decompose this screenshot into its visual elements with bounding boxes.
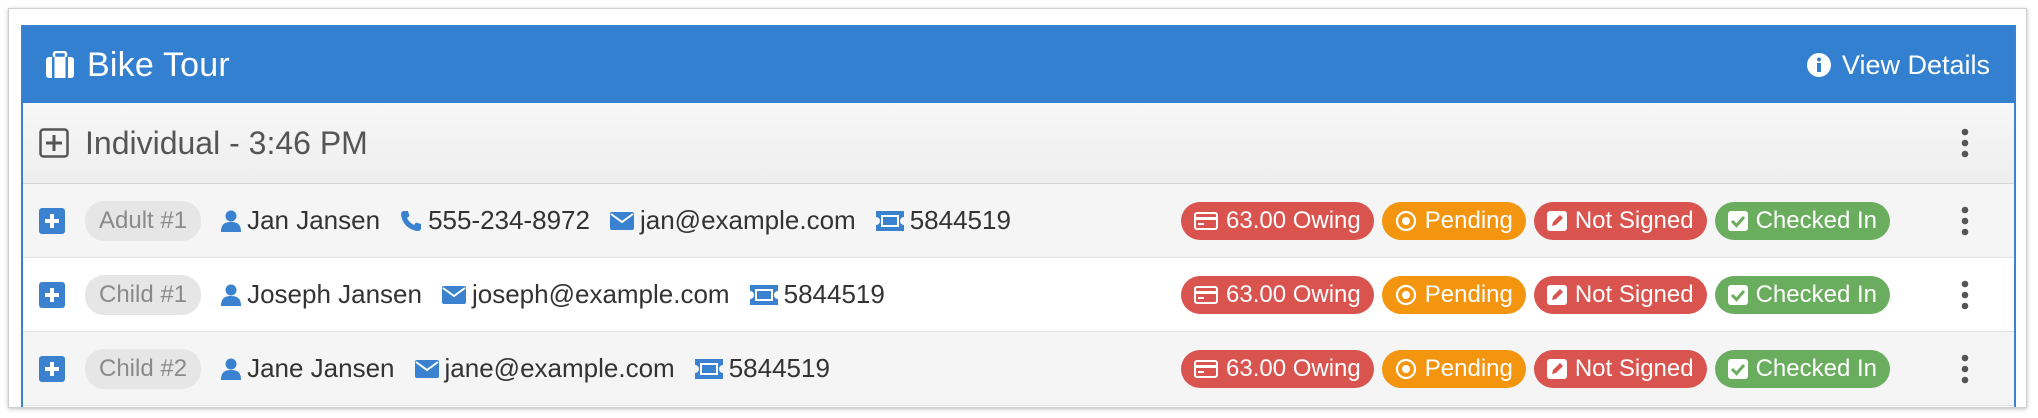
participant-row: Child #2 Jane Jansen jane@example.com 58… [23, 332, 2014, 406]
card-title-wrap: Bike Tour [45, 46, 230, 85]
ticket-icon [694, 358, 723, 379]
owing-label: 63.00 Owing [1226, 354, 1361, 382]
row-menu-icon[interactable] [1960, 354, 1970, 384]
row-menu-icon[interactable] [1960, 206, 1970, 236]
card-title: Bike Tour [87, 45, 230, 84]
expand-participant-button[interactable] [39, 355, 65, 382]
pending-badge[interactable]: Pending [1381, 349, 1526, 388]
not-signed-label: Not Signed [1574, 206, 1694, 234]
plus-square-icon[interactable] [39, 128, 69, 158]
participant-name-label: Jan Jansen [247, 205, 381, 235]
check-square-icon [1727, 284, 1748, 305]
dot-circle-icon [1395, 284, 1417, 306]
view-details-link[interactable]: View Details [1806, 50, 1990, 81]
credit-card-icon [1194, 211, 1218, 230]
participant-row: Child #1 Joseph Jansen joseph@example.co… [23, 258, 2014, 332]
credit-card-icon [1194, 285, 1218, 304]
not-signed-badge[interactable]: Not Signed [1533, 201, 1707, 240]
pending-label: Pending [1424, 354, 1513, 382]
status-badges: 63.00 Owing Pending Not Signed Checked I… [1181, 184, 1890, 257]
expand-participant-button[interactable] [39, 207, 65, 234]
checked-in-label: Checked In [1755, 354, 1877, 382]
not-signed-label: Not Signed [1574, 354, 1694, 382]
participant-phone: 555-234-8972 [400, 205, 590, 236]
check-square-icon [1727, 358, 1748, 379]
participant-name: Jan Jansen [221, 205, 380, 236]
checked-in-badge[interactable]: Checked In [1714, 201, 1890, 240]
not-signed-badge[interactable]: Not Signed [1533, 349, 1707, 388]
ticket-icon [749, 284, 778, 305]
participant-ticket: 5844519 [694, 353, 830, 384]
user-icon [221, 210, 242, 232]
participant-ticket-label: 5844519 [909, 205, 1011, 235]
dot-circle-icon [1395, 210, 1417, 232]
expand-participant-button[interactable] [39, 281, 65, 308]
group-menu-icon[interactable] [1960, 128, 1970, 158]
edit-square-icon [1546, 210, 1567, 231]
pending-label: Pending [1424, 206, 1513, 234]
owing-label: 63.00 Owing [1226, 280, 1361, 308]
edit-square-icon [1546, 284, 1567, 305]
participant-email: jane@example.com [414, 353, 675, 384]
participant-name: Joseph Jansen [221, 279, 422, 310]
checked-in-label: Checked In [1755, 206, 1877, 234]
envelope-icon [414, 359, 439, 378]
pending-label: Pending [1424, 280, 1513, 308]
participant-ticket: 5844519 [875, 205, 1011, 236]
check-square-icon [1727, 210, 1748, 231]
edit-square-icon [1546, 358, 1567, 379]
participant-email: jan@example.com [609, 205, 856, 236]
pending-badge[interactable]: Pending [1381, 275, 1526, 314]
pending-badge[interactable]: Pending [1381, 201, 1526, 240]
role-badge: Child #1 [85, 274, 202, 315]
status-badges: 63.00 Owing Pending Not Signed Checked I… [1181, 258, 1890, 331]
view-details-label: View Details [1841, 49, 1990, 80]
group-title: Individual - 3:46 PM [85, 124, 368, 161]
row-menu-icon[interactable] [1960, 280, 1970, 310]
owing-label: 63.00 Owing [1226, 206, 1361, 234]
checked-in-badge[interactable]: Checked In [1714, 275, 1890, 314]
tour-card: Bike Tour View Details Individual - 3:46… [21, 25, 2016, 407]
credit-card-icon [1194, 359, 1218, 378]
checked-in-label: Checked In [1755, 280, 1877, 308]
participant-email-label[interactable]: joseph@example.com [472, 279, 730, 310]
participant-name-label: Joseph Jansen [247, 279, 422, 309]
participant-name: Jane Jansen [221, 353, 395, 384]
participant-email: joseph@example.com [441, 279, 730, 310]
owing-badge[interactable]: 63.00 Owing [1181, 275, 1374, 314]
window-frame: Bike Tour View Details Individual - 3:46… [8, 8, 2027, 408]
participant-email-label[interactable]: jane@example.com [445, 353, 675, 384]
group-left: Individual - 3:46 PM [39, 125, 368, 162]
owing-badge[interactable]: 63.00 Owing [1181, 201, 1374, 240]
group-row: Individual - 3:46 PM [23, 103, 2014, 184]
user-icon [221, 284, 242, 306]
info-circle-icon [1806, 52, 1832, 78]
participant-phone-label[interactable]: 555-234-8972 [428, 205, 590, 236]
envelope-icon [609, 211, 634, 230]
participant-email-label[interactable]: jan@example.com [640, 205, 856, 236]
card-header: Bike Tour View Details [23, 27, 2014, 103]
user-icon [221, 358, 242, 380]
participant-name-label: Jane Jansen [247, 353, 395, 383]
participant-ticket-label: 5844519 [783, 279, 885, 309]
role-badge: Child #2 [85, 348, 202, 389]
participant-ticket-label: 5844519 [728, 353, 830, 383]
phone-icon [400, 210, 422, 232]
not-signed-badge[interactable]: Not Signed [1533, 275, 1707, 314]
ticket-icon [875, 210, 904, 231]
checked-in-badge[interactable]: Checked In [1714, 349, 1890, 388]
owing-badge[interactable]: 63.00 Owing [1181, 349, 1374, 388]
participant-ticket: 5844519 [749, 279, 885, 310]
participant-row: Adult #1 Jan Jansen 555-234-8972 jan@exa… [23, 184, 2014, 258]
briefcase-icon [45, 51, 75, 79]
role-badge: Adult #1 [85, 200, 202, 241]
not-signed-label: Not Signed [1574, 280, 1694, 308]
status-badges: 63.00 Owing Pending Not Signed Checked I… [1181, 332, 1890, 405]
envelope-icon [441, 285, 466, 304]
dot-circle-icon [1395, 358, 1417, 380]
